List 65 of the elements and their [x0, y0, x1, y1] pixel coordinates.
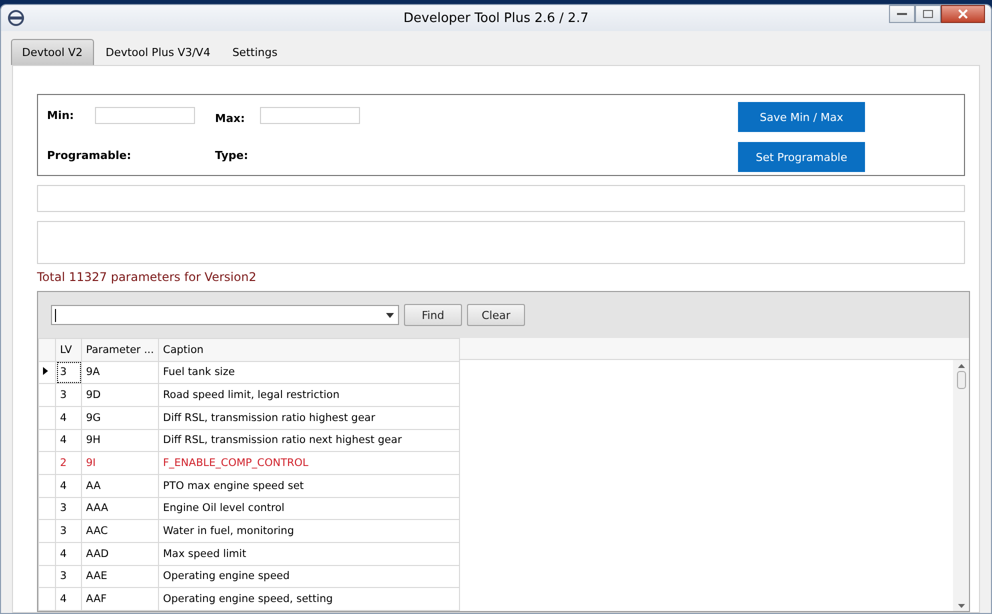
set-programable-button[interactable]: Set Programable [738, 142, 865, 172]
table-cell: Diff RSL, transmission ratio next highest gear [158, 429, 460, 452]
table-cell: Fuel tank size [158, 361, 460, 384]
table-cell: 3 [56, 497, 82, 520]
column-header[interactable]: Parameter ... [82, 338, 158, 362]
min-field[interactable] [95, 106, 195, 124]
table-cell: 9I [82, 452, 158, 474]
table-cell: Water in fuel, monitoring [158, 520, 460, 542]
clear-button[interactable]: Clear [467, 304, 525, 326]
dropdown-caret-icon [386, 312, 394, 318]
vertical-scrollbar[interactable] [953, 360, 969, 611]
table-cell: 3 [56, 520, 82, 542]
table-cell: Max speed limit [158, 542, 460, 566]
close-button[interactable] [941, 5, 985, 23]
table-cell: Diff RSL, transmission ratio highest gear [158, 406, 460, 430]
search-combo-field[interactable] [51, 305, 399, 325]
scroll-down-icon[interactable] [958, 604, 964, 608]
tab[interactable]: Settings [222, 39, 288, 65]
save-min-max-button[interactable]: Save Min / Max [738, 102, 865, 132]
maximize-icon [923, 10, 933, 18]
scroll-up-icon[interactable] [958, 364, 964, 368]
table-cell: 4 [56, 429, 82, 452]
table-cell: AAD [82, 542, 158, 566]
table-cell: AA [82, 474, 158, 498]
table-cell: 4 [56, 474, 82, 498]
table-cell: Engine Oil level control [158, 497, 460, 520]
type-label: Type: [215, 148, 250, 162]
programable-label: Programable: [47, 148, 132, 162]
window-title: Developer Tool Plus 2.6 / 2.7 [404, 10, 588, 26]
column-header[interactable]: Caption [158, 338, 460, 362]
table-cell: AAA [82, 497, 158, 520]
column-header[interactable]: LV [56, 338, 82, 362]
table-cell: PTO max engine speed set [158, 474, 460, 498]
tab[interactable]: Devtool Plus V3/V4 [96, 39, 220, 65]
table-cell: 2 [56, 452, 82, 474]
max-label: Max: [215, 112, 246, 124]
table-cell: AAC [82, 520, 158, 542]
table-cell: 9A [82, 361, 158, 384]
close-icon [958, 9, 968, 19]
table-cell: 4 [56, 406, 82, 430]
table-cell: 9H [82, 429, 158, 452]
current-row-icon [43, 367, 48, 376]
max-field[interactable] [260, 106, 360, 124]
parameter-count-text: Total 11327 parameters for Version2 [37, 270, 256, 284]
minimize-button[interactable] [889, 5, 915, 23]
table-cell: Operating engine speed [158, 565, 460, 588]
table-cell: Road speed limit, legal restriction [158, 384, 460, 406]
table-cell: 4 [56, 588, 82, 610]
min-label: Min: [47, 108, 75, 122]
table-cell: 3 [56, 361, 82, 384]
table-cell: 9D [82, 384, 158, 406]
table-cell: 3 [56, 384, 82, 406]
scroll-thumb[interactable] [956, 371, 966, 389]
app-logo-icon [7, 9, 25, 27]
table-cell: Operating engine speed, setting [158, 588, 460, 610]
find-button[interactable]: Find [404, 304, 462, 326]
table-cell: 9G [82, 406, 158, 430]
table-cell: 4 [56, 542, 82, 566]
tab[interactable]: Devtool V2 [11, 39, 94, 65]
maximize-button[interactable] [915, 5, 941, 23]
table-cell: 3 [56, 565, 82, 588]
table-cell: AAE [82, 565, 158, 588]
table-cell: F_ENABLE_COMP_CONTROL [158, 452, 460, 474]
table-cell: AAF [82, 588, 158, 610]
minimize-icon [897, 12, 907, 16]
